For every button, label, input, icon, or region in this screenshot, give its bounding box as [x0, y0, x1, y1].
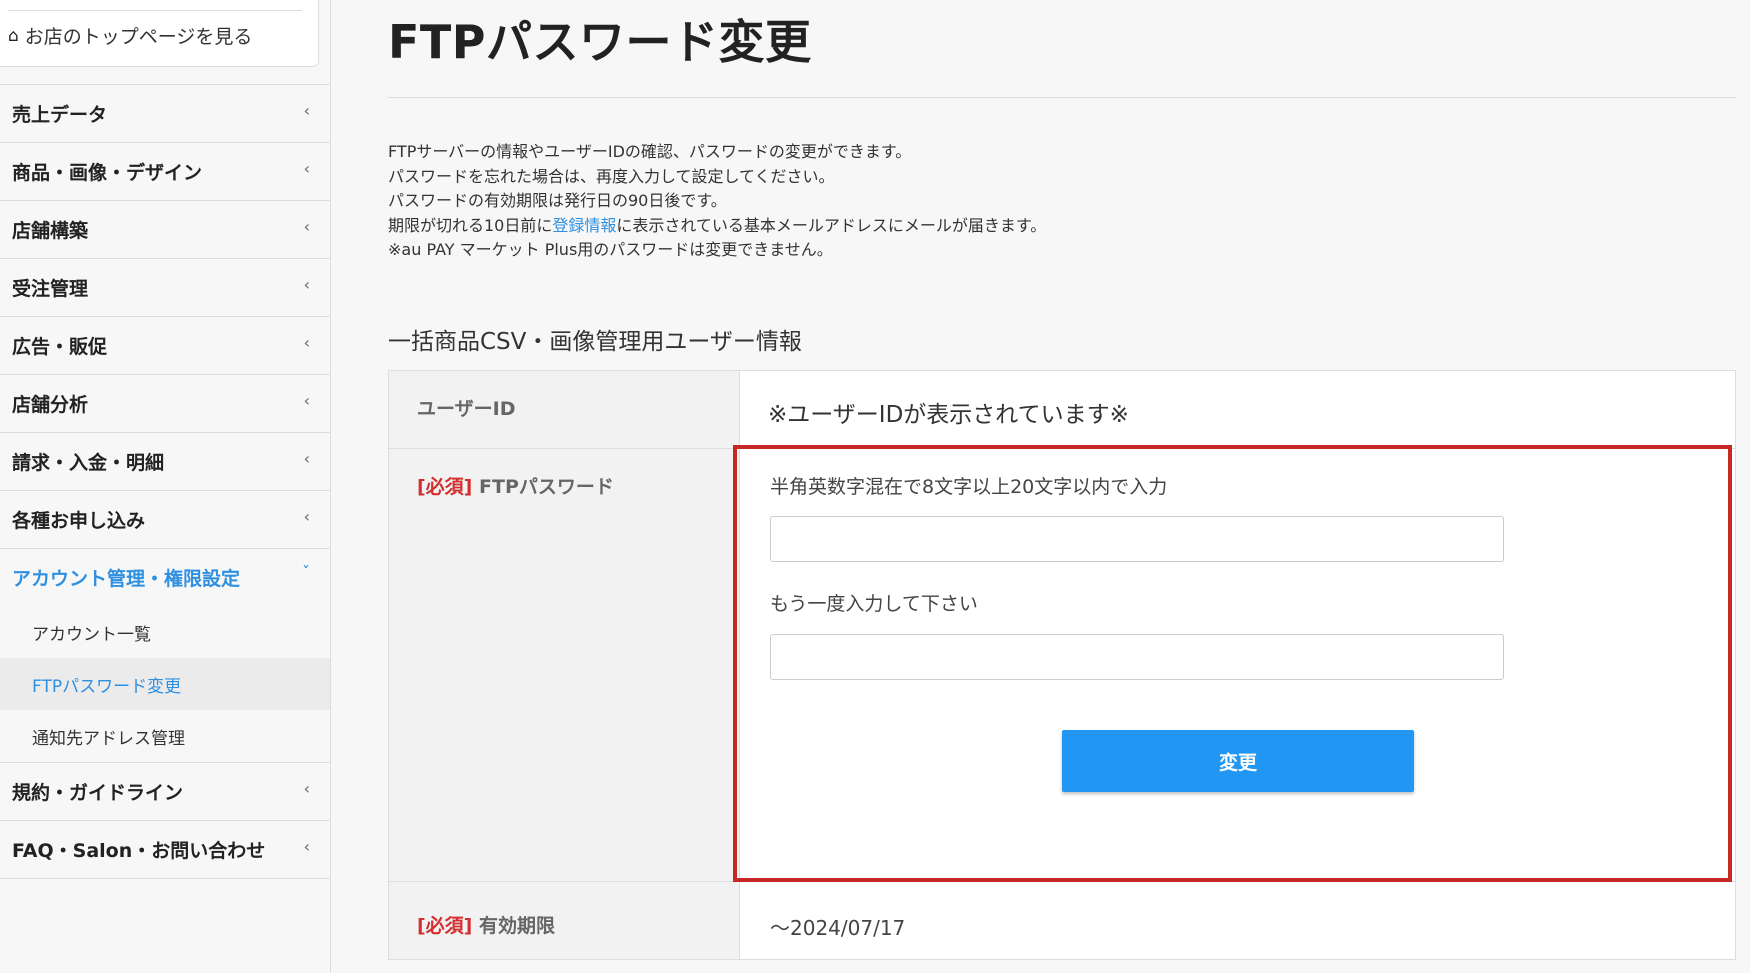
sidebar-subitem-ftp-password[interactable]: FTPパスワード変更: [0, 658, 330, 710]
sidebar-item-ads[interactable]: 広告・販促 ‹: [0, 316, 330, 374]
expiry-value: ～2024/07/17: [770, 916, 906, 940]
chevron-down-icon: ˇ: [302, 563, 310, 582]
description-line: ※au PAY マーケット Plus用のパスワードは変更できません。: [388, 240, 833, 259]
sidebar-item-label: アカウント管理・権限設定: [12, 568, 241, 590]
password-label-text: FTPパスワード: [479, 476, 614, 498]
expiry-label-text: 有効期限: [479, 915, 556, 937]
chevron-left-icon: ‹: [303, 275, 310, 294]
chevron-left-icon: ‹: [303, 507, 310, 526]
registration-info-link[interactable]: 登録情報: [552, 216, 616, 235]
chevron-left-icon: ‹: [303, 391, 310, 410]
change-password-button[interactable]: 変更: [1062, 730, 1414, 792]
store-link-box: ⌂ お店のトップページを見る: [0, 0, 319, 67]
description-text: 期限が切れる10日前に: [388, 215, 553, 235]
confirm-hint: もう一度入力して下さい: [770, 593, 978, 615]
sidebar-item-label: 各種お申し込み: [12, 510, 146, 532]
sidebar-subitem-account-list[interactable]: アカウント一覧: [0, 606, 330, 658]
password-label: [必須] FTPパスワード: [417, 472, 614, 499]
sidebar: ⌂ お店のトップページを見る 売上データ ‹ 商品・画像・デザイン ‹ 店舗構築…: [0, 0, 331, 973]
sidebar-item-label: 店舗構築: [12, 220, 89, 242]
chevron-left-icon: ‹: [303, 837, 310, 856]
sidebar-nav: 売上データ ‹ 商品・画像・デザイン ‹ 店舗構築 ‹ 受注管理 ‹ 広告・販促…: [0, 84, 330, 880]
expiry-value-cell: ～2024/07/17: [740, 882, 1735, 959]
home-icon: ⌂: [8, 25, 19, 46]
userid-label: ユーザーID: [417, 398, 516, 420]
password-header-cell: [必須] FTPパスワード: [389, 449, 740, 881]
sidebar-item-label: 広告・販促: [12, 336, 108, 358]
divider: [388, 97, 1736, 98]
chevron-left-icon: ‹: [303, 779, 310, 798]
page-title: FTPパスワード変更: [388, 15, 812, 69]
sidebar-subitem-label: FTPパスワード変更: [32, 676, 182, 697]
sidebar-subitem-label: 通知先アドレス管理: [32, 728, 185, 749]
sidebar-item-sales-data[interactable]: 売上データ ‹: [0, 84, 330, 142]
required-tag: [必須]: [417, 915, 473, 937]
description-text: に表示されている基本メールアドレスにメールが届きます。: [616, 215, 1047, 235]
sidebar-item-account[interactable]: アカウント管理・権限設定 ˇ: [0, 548, 330, 606]
sidebar-item-store-build[interactable]: 店舗構築 ‹: [0, 200, 330, 258]
password-value-cell: 半角英数字混在で8文字以上20文字以内で入力 もう一度入力して下さい: [740, 449, 1735, 881]
chevron-left-icon: ‹: [303, 159, 310, 178]
chevron-left-icon: ‹: [303, 449, 310, 468]
sidebar-subitem-label: アカウント一覧: [32, 624, 151, 645]
sidebar-item-label: 請求・入金・明細: [12, 452, 165, 474]
section-title: 一括商品CSV・画像管理用ユーザー情報: [388, 329, 802, 355]
userid-header-cell: ユーザーID: [389, 371, 740, 448]
sidebar-item-label: 売上データ: [12, 104, 108, 126]
divider: [8, 10, 302, 11]
sidebar-item-terms[interactable]: 規約・ガイドライン ‹: [0, 762, 330, 820]
sidebar-subitem-notification-address[interactable]: 通知先アドレス管理: [0, 710, 330, 762]
sidebar-item-label: 受注管理: [12, 278, 89, 300]
sidebar-item-products[interactable]: 商品・画像・デザイン ‹: [0, 142, 330, 200]
password-hint: 半角英数字混在で8文字以上20文字以内で入力: [770, 476, 1168, 498]
user-info-table: ユーザーID ※ユーザーIDが表示されています※ [必須] FTPパスワード 半…: [388, 370, 1736, 960]
description-line: パスワードを忘れた場合は、再度入力して設定してください。: [388, 166, 835, 186]
store-top-link[interactable]: ⌂ お店のトップページを見る: [8, 22, 252, 49]
password-input[interactable]: [770, 516, 1504, 562]
chevron-left-icon: ‹: [303, 217, 310, 236]
chevron-left-icon: ‹: [303, 101, 310, 120]
page-description: FTPサーバーの情報やユーザーIDの確認、パスワードの変更ができます。 パスワー…: [388, 140, 1046, 263]
required-tag: [必須]: [417, 476, 473, 498]
sidebar-item-label: FAQ・Salon・お問い合わせ: [12, 840, 266, 862]
description-line: パスワードの有効期限は発行日の90日後です。: [388, 191, 727, 210]
sidebar-item-billing[interactable]: 請求・入金・明細 ‹: [0, 432, 330, 490]
sidebar-item-applications[interactable]: 各種お申し込み ‹: [0, 490, 330, 548]
divider: [0, 878, 330, 880]
expiry-header-cell: [必須] 有効期限: [389, 882, 740, 959]
userid-value: ※ユーザーIDが表示されています※: [768, 402, 1129, 428]
userid-value-cell: ※ユーザーIDが表示されています※: [740, 371, 1735, 448]
sidebar-item-faq[interactable]: FAQ・Salon・お問い合わせ ‹: [0, 820, 330, 878]
sidebar-item-analytics[interactable]: 店舗分析 ‹: [0, 374, 330, 432]
chevron-left-icon: ‹: [303, 333, 310, 352]
sidebar-item-label: 商品・画像・デザイン: [12, 162, 203, 184]
description-line: FTPサーバーの情報やユーザーIDの確認、パスワードの変更ができます。: [388, 142, 912, 161]
sidebar-item-orders[interactable]: 受注管理 ‹: [0, 258, 330, 316]
expiry-label: [必須] 有効期限: [417, 911, 555, 938]
sidebar-item-label: 規約・ガイドライン: [12, 782, 184, 804]
sidebar-item-label: 店舗分析: [12, 394, 89, 416]
store-top-link-label: お店のトップページを見る: [24, 26, 253, 48]
password-confirm-input[interactable]: [770, 634, 1504, 680]
description-line: 期限が切れる10日前に登録情報に表示されている基本メールアドレスにメールが届きま…: [388, 214, 1046, 239]
